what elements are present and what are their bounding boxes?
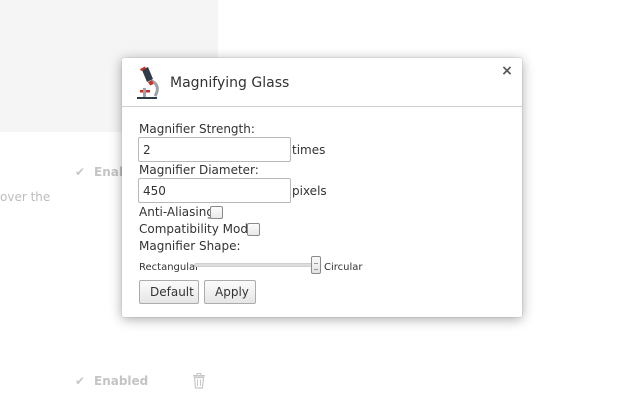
strength-label: Magnifier Strength: (139, 122, 255, 136)
compatibility-mode-label: Compatibility Mode (139, 222, 256, 236)
shape-left-label: Rectangular (139, 262, 200, 273)
shape-label: Magnifier Shape: (139, 239, 241, 253)
shape-slider-track[interactable] (194, 263, 321, 267)
bg-enabled-label-2: Enabled (94, 374, 149, 388)
close-button[interactable]: × (500, 64, 514, 78)
strength-unit: times (292, 143, 326, 157)
bg-enabled-checkbox-2[interactable]: ✔ (74, 375, 86, 387)
strength-input[interactable] (138, 137, 291, 162)
trash-icon[interactable] (192, 373, 206, 389)
anti-aliasing-label: Anti-Aliasing (139, 205, 214, 219)
diameter-label: Magnifier Diameter: (139, 163, 259, 177)
shape-slider-thumb[interactable] (311, 256, 321, 274)
anti-aliasing-checkbox[interactable] (210, 206, 223, 219)
default-button[interactable]: Default (139, 280, 199, 304)
compatibility-mode-checkbox[interactable] (247, 223, 260, 236)
bg-enabled-checkbox-1[interactable]: ✔ (74, 166, 86, 178)
diameter-input[interactable] (138, 178, 291, 203)
microscope-icon (137, 66, 159, 99)
shape-right-label: Circular (324, 262, 363, 273)
bg-partial-text: over the (0, 190, 51, 204)
dialog-title: Magnifying Glass (170, 75, 290, 91)
magnifying-glass-dialog: Magnifying Glass × Magnifier Strength: t… (122, 58, 522, 317)
apply-button[interactable]: Apply (204, 280, 256, 304)
bg-enabled-row-1: ✔ Enab (74, 165, 127, 179)
diameter-unit: pixels (292, 184, 327, 198)
bg-enabled-row-2: ✔ Enabled (74, 374, 148, 388)
dialog-header: Magnifying Glass × (122, 58, 522, 107)
